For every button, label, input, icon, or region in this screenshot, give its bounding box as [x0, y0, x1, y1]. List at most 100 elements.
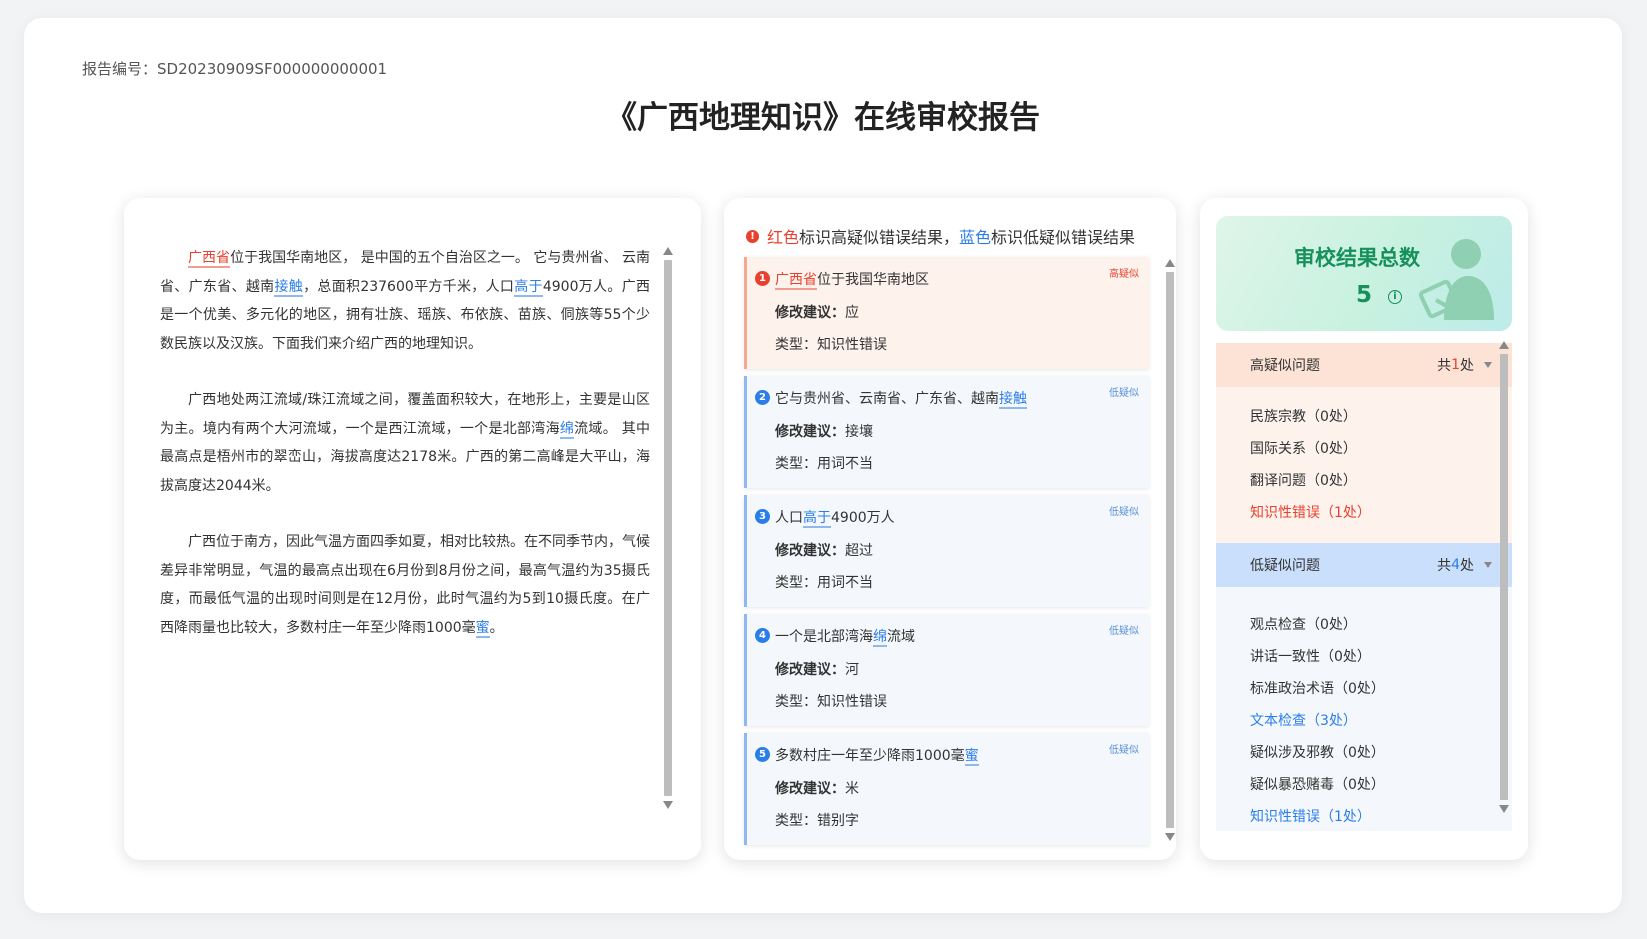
result-number-badge: 3	[755, 509, 770, 524]
result-excerpt: 广西省位于我国华南地区	[775, 269, 929, 290]
flagged-text[interactable]: 广西省	[188, 250, 231, 268]
category-item[interactable]: 观点检查（0处）	[1250, 609, 1512, 641]
flagged-text[interactable]: 高于	[803, 510, 831, 528]
suggestion-value: 超过	[845, 543, 873, 559]
result-number-badge: 1	[755, 271, 770, 286]
summary-scrollbar[interactable]	[1498, 340, 1510, 814]
result-card-list: 高疑似 1 广西省位于我国华南地区 修改建议：应 类型：知识性错误 低疑似 2 它与贵州省、云…	[744, 257, 1149, 852]
flagged-text[interactable]: 高于	[514, 278, 543, 297]
chevron-down-icon[interactable]	[1484, 562, 1492, 568]
flagged-text[interactable]: 蜜	[475, 619, 490, 638]
flagged-text[interactable]: 蜜	[964, 748, 979, 766]
high-suspicion-total: 共1处	[1437, 355, 1492, 375]
scroll-down-arrow[interactable]	[1498, 804, 1510, 814]
suspicion-level-badge: 低疑似	[1109, 388, 1139, 399]
document-text: 广西省位于我国华南地区， 是中国的五个自治区之一。 它与贵州省、 云南省、广东省…	[160, 244, 650, 670]
flagged-text[interactable]: 接触	[274, 278, 304, 297]
scroll-track[interactable]	[1500, 354, 1508, 800]
scroll-up-arrow[interactable]	[1164, 258, 1176, 268]
error-type: 类型：用词不当	[775, 456, 873, 472]
legend-red-word: 红色	[767, 228, 800, 247]
legend-blue-word: 蓝色	[959, 228, 992, 247]
result-excerpt: 人口高于4900万人	[775, 507, 895, 528]
excerpt-segment: 它与贵州省、云南省、广东省、越南	[775, 391, 999, 407]
category-item[interactable]: 国际关系（0处）	[1250, 433, 1512, 465]
low-suspicion-total: 共4处	[1437, 555, 1492, 575]
result-card[interactable]: 低疑似 4 一个是北部湾海绵流域 修改建议：河 类型：知识性错误	[744, 614, 1149, 726]
scroll-thumb[interactable]	[1500, 354, 1508, 800]
document-paragraph: 广西地处两江流域/珠江流域之间，覆盖面积较大，在地形上，主要是山区为主。境内有两…	[160, 386, 650, 500]
legend: ! 红色 标识高疑似错误结果， 蓝色 标识低疑似错误结果	[746, 224, 1135, 248]
suspicion-level-badge: 低疑似	[1109, 626, 1139, 637]
scroll-up-arrow[interactable]	[662, 246, 674, 256]
suggestion-label: 修改建议：	[775, 305, 845, 321]
scroll-thumb[interactable]	[664, 260, 672, 796]
category-item[interactable]: 翻译问题（0处）	[1250, 465, 1512, 497]
result-card[interactable]: 高疑似 1 广西省位于我国华南地区 修改建议：应 类型：知识性错误	[744, 257, 1149, 369]
flagged-text[interactable]: 广西省	[775, 272, 817, 290]
result-excerpt: 一个是北部湾海绵流域	[775, 626, 915, 647]
suspicion-level-badge: 低疑似	[1109, 507, 1139, 518]
document-scrollbar[interactable]	[662, 246, 674, 810]
error-type: 类型：错别字	[775, 813, 859, 829]
page-title: 《广西地理知识》在线审校报告	[606, 100, 1040, 136]
excerpt-segment: 流域	[887, 629, 915, 645]
suspicion-level-badge: 低疑似	[1109, 745, 1139, 756]
suggestion: 修改建议：河	[775, 659, 859, 679]
suggestion-value: 应	[845, 305, 859, 321]
summary-count: 5	[1356, 282, 1373, 308]
category-item[interactable]: 疑似暴恐赌毒（0处）	[1250, 769, 1512, 801]
suggestion: 修改建议：超过	[775, 540, 873, 560]
high-suspicion-items: 民族宗教（0处） 国际关系（0处） 翻译问题（0处） 知识性错误（1处）	[1216, 387, 1512, 543]
info-icon[interactable]: i	[1388, 290, 1402, 304]
summary-card: 审校结果总数 5 i	[1216, 216, 1512, 331]
category-list: 高疑似问题 共1处 民族宗教（0处） 国际关系（0处） 翻译问题（0处） 知识性错误（…	[1216, 343, 1512, 831]
text-segment: ，总面积237600平方千米，人口	[303, 278, 515, 295]
suggestion-value: 河	[845, 662, 859, 678]
result-card[interactable]: 低疑似 3 人口高于4900万人 修改建议：超过 类型：用词不当	[744, 495, 1149, 607]
document-panel[interactable]: 广西省位于我国华南地区， 是中国的五个自治区之一。 它与贵州省、 云南省、广东省…	[124, 198, 701, 860]
suggestion-value: 米	[845, 781, 859, 797]
scroll-track[interactable]	[664, 260, 672, 796]
category-item[interactable]: 知识性错误（1处）	[1250, 801, 1512, 833]
excerpt-segment: 4900万人	[831, 510, 895, 526]
scroll-track[interactable]	[1166, 272, 1174, 828]
suggestion: 修改建议：应	[775, 302, 859, 322]
suggestion: 修改建议：米	[775, 778, 859, 798]
high-suspicion-header[interactable]: 高疑似问题 共1处	[1216, 343, 1512, 387]
low-suspicion-header[interactable]: 低疑似问题 共4处	[1216, 543, 1512, 587]
category-item[interactable]: 民族宗教（0处）	[1250, 401, 1512, 433]
suspicion-level-badge: 高疑似	[1109, 269, 1139, 280]
scroll-down-arrow[interactable]	[1164, 832, 1176, 842]
results-panel[interactable]: ! 红色 标识高疑似错误结果， 蓝色 标识低疑似错误结果 高疑似 1 广西省位于我国…	[724, 198, 1176, 860]
document-paragraph: 广西省位于我国华南地区， 是中国的五个自治区之一。 它与贵州省、 云南省、广东省…	[160, 244, 650, 358]
error-type: 类型：用词不当	[775, 575, 873, 591]
category-item[interactable]: 疑似涉及邪教（0处）	[1250, 737, 1512, 769]
low-suspicion-label: 低疑似问题	[1250, 558, 1320, 574]
category-item[interactable]: 知识性错误（1处）	[1250, 497, 1512, 529]
result-number-badge: 2	[755, 390, 770, 405]
summary-panel[interactable]: 审校结果总数 5 i 高疑似问题 共1处 民族宗教（0处） 国际关系（0处） 翻译问…	[1200, 198, 1528, 860]
result-number-badge: 5	[755, 747, 770, 762]
result-card[interactable]: 低疑似 5 多数村庄一年至少降雨1000毫蜜 修改建议：米 类型：错别字	[744, 733, 1149, 845]
suggestion-label: 修改建议：	[775, 781, 845, 797]
results-scrollbar[interactable]	[1164, 258, 1176, 842]
chevron-down-icon[interactable]	[1484, 362, 1492, 368]
suggestion-value: 接壤	[845, 424, 873, 440]
scroll-down-arrow[interactable]	[662, 800, 674, 810]
low-suspicion-items: 观点检查（0处） 讲话一致性（0处） 标准政治术语（0处） 文本检查（3处） 疑似涉及邪…	[1216, 587, 1512, 831]
scroll-thumb[interactable]	[1166, 272, 1174, 828]
flagged-text[interactable]: 接触	[999, 391, 1027, 409]
scroll-up-arrow[interactable]	[1498, 340, 1510, 350]
excerpt-segment: 人口	[775, 510, 803, 526]
category-item[interactable]: 文本检查（3处）	[1250, 705, 1512, 737]
warning-icon: !	[746, 229, 759, 243]
suggestion-label: 修改建议：	[775, 543, 845, 559]
report-number: 报告编号：SD20230909SF000000000001	[82, 60, 388, 78]
category-item[interactable]: 标准政治术语（0处）	[1250, 673, 1512, 705]
flagged-text[interactable]: 绵	[873, 629, 887, 647]
flagged-text[interactable]: 绵	[559, 420, 575, 439]
result-card[interactable]: 低疑似 2 它与贵州省、云南省、广东省、越南接触修改建议：接壤类型：用词不当	[744, 376, 1149, 488]
suggestion: 修改建议：接壤	[775, 421, 873, 441]
category-item[interactable]: 讲话一致性（0处）	[1250, 641, 1512, 673]
